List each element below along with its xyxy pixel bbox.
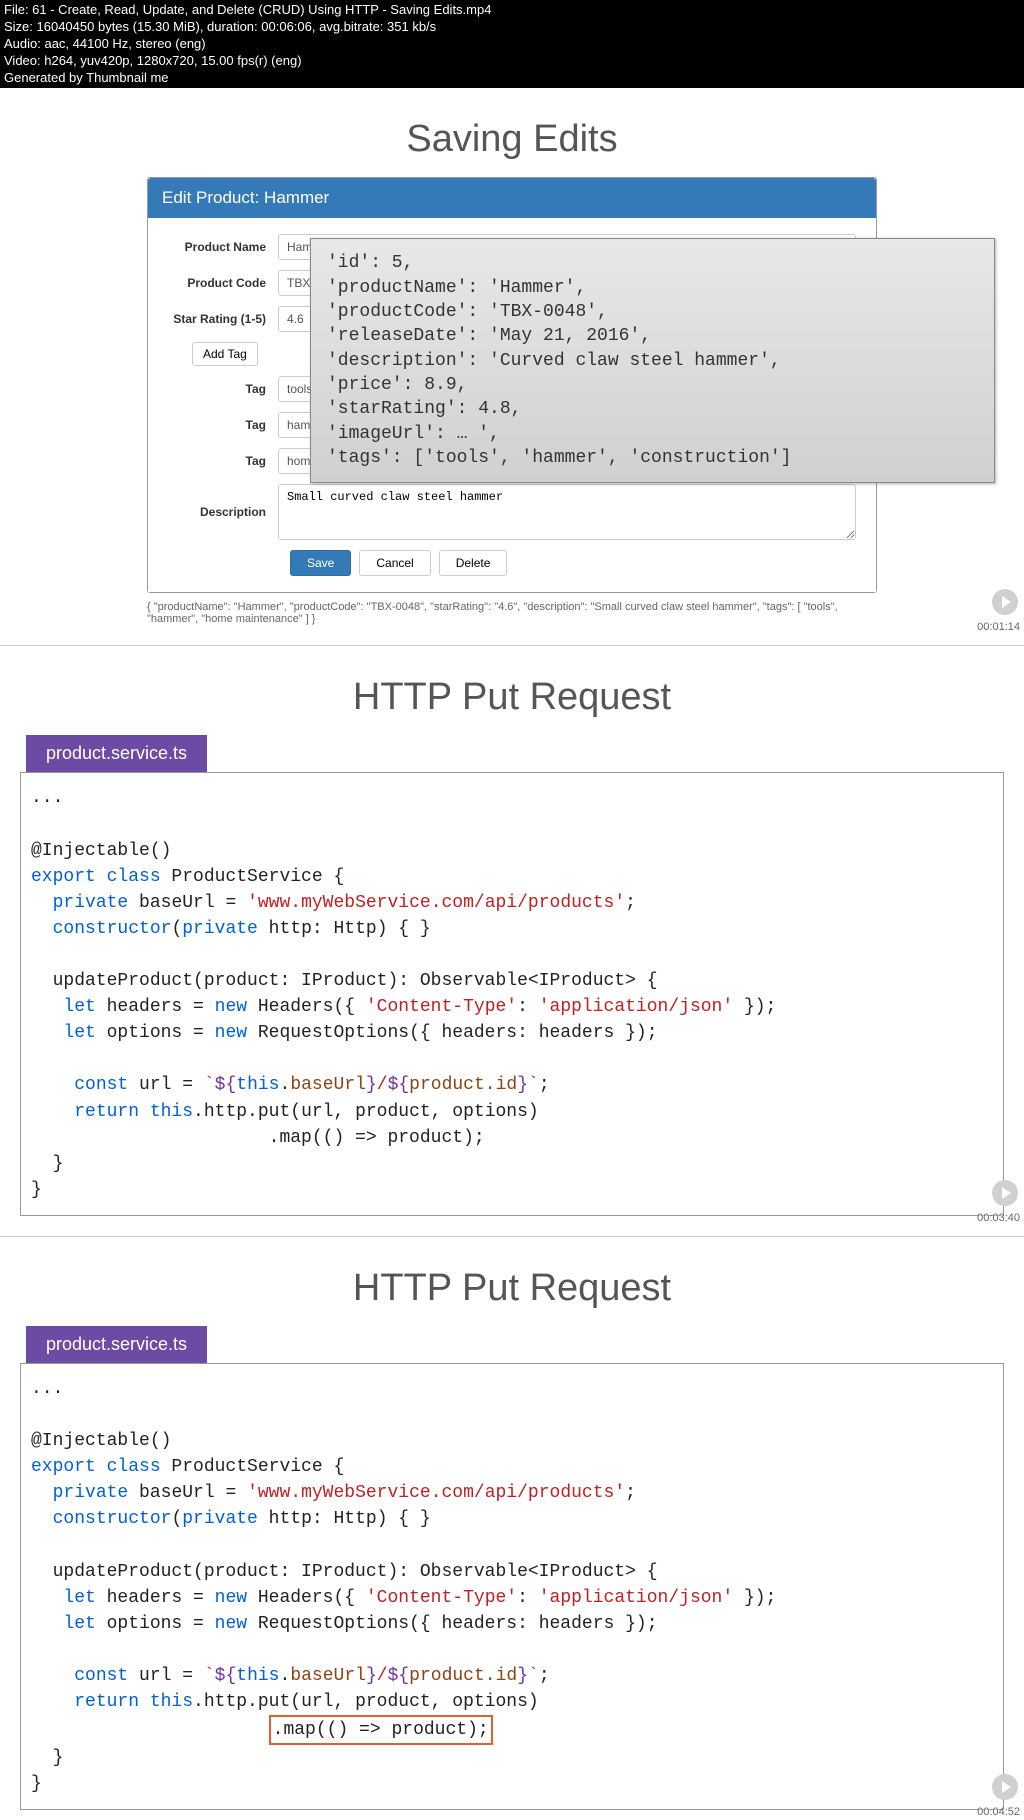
video-info-header: File: 61 - Create, Read, Update, and Del… <box>0 0 1024 88</box>
slide-title-3: HTTP Put Request <box>20 1267 1004 1310</box>
label-star-rating: Star Rating (1-5) <box>168 312 278 326</box>
code-tab-3: product.service.ts <box>26 1326 207 1363</box>
label-tag-1: Tag <box>168 382 278 396</box>
slide-http-put-2: HTTP Put Request product.service.ts ... … <box>0 1237 1024 1820</box>
play-icon[interactable] <box>992 1180 1018 1206</box>
delete-button[interactable]: Delete <box>439 550 508 576</box>
code-tab-2: product.service.ts <box>26 735 207 772</box>
video-line: Video: h264, yuv420p, 1280x720, 15.00 fp… <box>4 53 1020 70</box>
timestamp-1: 00:01:14 <box>977 621 1020 633</box>
input-description[interactable] <box>278 484 856 540</box>
file-line: File: 61 - Create, Read, Update, and Del… <box>4 2 1020 19</box>
play-icon[interactable] <box>992 1774 1018 1800</box>
label-tag-2: Tag <box>168 418 278 432</box>
slide-http-put-1: HTTP Put Request product.service.ts ... … <box>0 646 1024 1226</box>
form-header: Edit Product: Hammer <box>148 178 876 218</box>
json-overlay: 'id': 5, 'productName': 'Hammer', 'produ… <box>310 238 995 483</box>
slide-title: Saving Edits <box>20 118 1004 161</box>
label-description: Description <box>168 505 278 519</box>
audio-line: Audio: aac, 44100 Hz, stereo (eng) <box>4 36 1020 53</box>
size-line: Size: 16040450 bytes (15.30 MiB), durati… <box>4 19 1020 36</box>
add-tag-button[interactable]: Add Tag <box>192 342 258 366</box>
json-footer-text: { "productName": "Hammer", "productCode"… <box>147 601 877 625</box>
label-tag-3: Tag <box>168 454 278 468</box>
slide-title-2: HTTP Put Request <box>20 676 1004 719</box>
code-box-3: ... @Injectable() export class ProductSe… <box>20 1363 1004 1811</box>
label-product-name: Product Name <box>168 240 278 254</box>
play-icon[interactable] <box>992 589 1018 615</box>
cancel-button[interactable]: Cancel <box>359 550 430 576</box>
slide-saving-edits: Saving Edits Edit Product: Hammer Produc… <box>0 88 1024 635</box>
gen-line: Generated by Thumbnail me <box>4 70 1020 87</box>
json-overlay-text: 'id': 5, 'productName': 'Hammer', 'produ… <box>327 251 978 470</box>
timestamp-3: 00:04:52 <box>977 1806 1020 1818</box>
timestamp-2: 00:03:40 <box>977 1212 1020 1224</box>
save-button[interactable]: Save <box>290 550 351 576</box>
code-box-2: ... @Injectable() export class ProductSe… <box>20 772 1004 1216</box>
label-product-code: Product Code <box>168 276 278 290</box>
